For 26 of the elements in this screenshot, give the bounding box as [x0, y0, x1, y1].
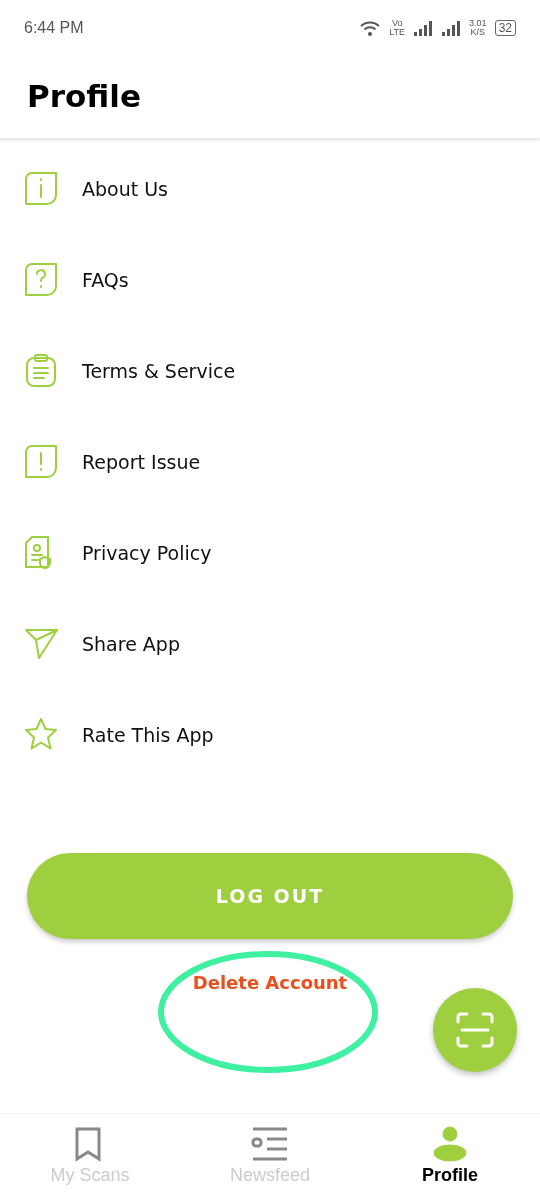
volte-label: Vo LTE — [389, 18, 406, 37]
page-title: Profile — [27, 77, 141, 116]
nav-tab[interactable]: Profile — [360, 1114, 540, 1200]
person-icon — [431, 1126, 469, 1162]
menu-item[interactable]: Terms & Service — [24, 335, 540, 426]
battery-level: 32 — [494, 19, 516, 36]
signal-icon — [441, 19, 462, 36]
signal-icon — [413, 19, 434, 36]
scan-icon — [456, 1012, 494, 1048]
question-icon — [24, 262, 60, 298]
menu-item[interactable]: About Us — [24, 153, 540, 244]
alert-icon — [24, 444, 60, 480]
menu-item[interactable]: Rate This App — [24, 699, 540, 753]
info-icon — [24, 171, 60, 207]
list-icon — [251, 1126, 289, 1162]
delete-account-link[interactable]: Delete Account — [192, 969, 348, 993]
menu-item[interactable]: Share App — [24, 608, 540, 699]
send-icon — [24, 626, 60, 662]
wifi-icon — [359, 18, 382, 37]
star-icon — [24, 717, 60, 753]
clock-time: 6:44 PM — [24, 17, 84, 38]
scan-button[interactable] — [433, 988, 517, 1072]
menu-item[interactable]: FAQs — [24, 244, 540, 335]
menu-item[interactable]: Report Issue — [24, 426, 540, 517]
menu-item[interactable]: Privacy Policy — [24, 517, 540, 608]
network-speed: 3.01 K/S — [469, 18, 487, 37]
